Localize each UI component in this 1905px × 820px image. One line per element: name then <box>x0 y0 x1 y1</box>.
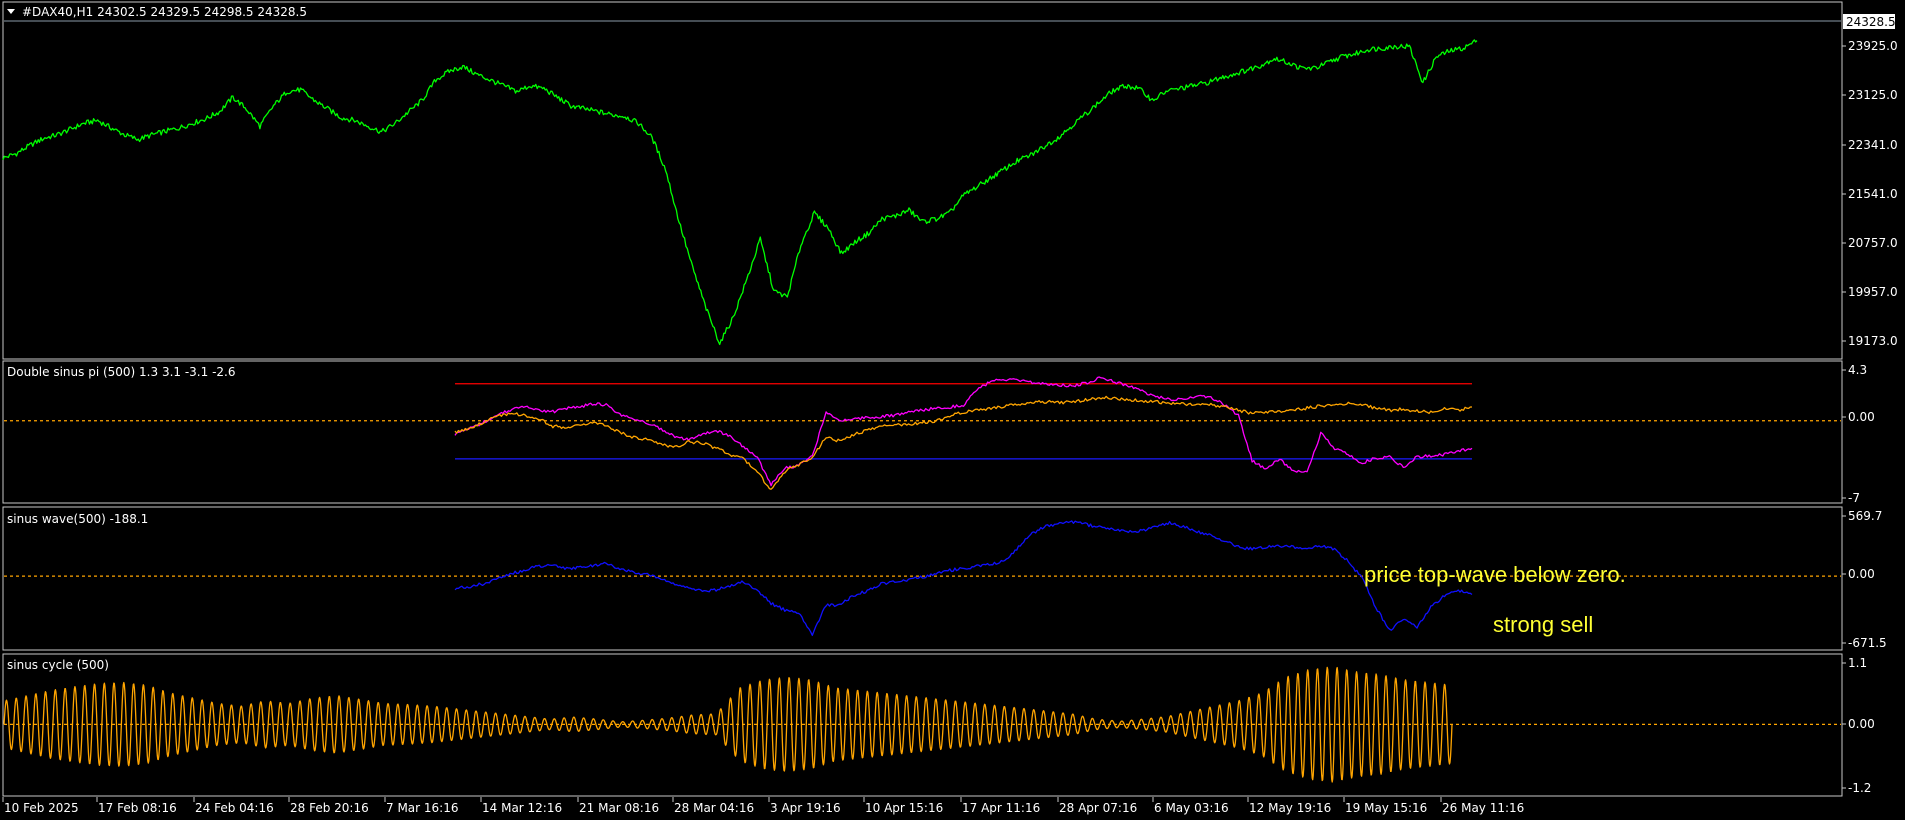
x-tick-label: 17 Feb 08:16 <box>98 801 177 815</box>
price-panel: #DAX40,H1 24302.5 24329.5 24298.5 24328.… <box>2 1 1898 360</box>
double-sinus-panel-frame <box>2 360 1843 504</box>
y-tick-label: 569.7 <box>1848 509 1882 523</box>
series-line-0-0 <box>2 39 1478 346</box>
y-tick-label: -7 <box>1848 491 1860 505</box>
x-tick-label: 10 Feb 2025 <box>4 801 79 815</box>
x-tick-label: 28 Feb 20:16 <box>290 801 369 815</box>
y-tick-label: 0.00 <box>1848 410 1875 424</box>
y-tick-label: 19173.0 <box>1848 334 1898 348</box>
x-tick-label: 12 May 19:16 <box>1249 801 1331 815</box>
x-tick-label: 3 Apr 19:16 <box>770 801 841 815</box>
y-tick-label: 20757.0 <box>1848 236 1898 250</box>
x-tick-label: 14 Mar 12:16 <box>482 801 562 815</box>
current-price-marker: 24328.5 <box>1843 14 1896 29</box>
y-tick-label: 1.1 <box>1848 656 1867 670</box>
double-sinus-title: Double sinus pi (500) 1.3 3.1 -3.1 -2.6 <box>7 365 236 379</box>
y-tick-label: 19957.0 <box>1848 285 1898 299</box>
sinus-wave-axis-ticks: 569.7 0.00 -671.5 <box>1842 509 1887 650</box>
x-tick-label: 7 Mar 16:16 <box>386 801 459 815</box>
x-tick-label: 24 Feb 04:16 <box>195 801 274 815</box>
sinus-wave-panel: sinus wave(500) -188.1 569.7 0.00 -671.5 p… <box>2 506 1887 651</box>
y-tick-label: 4.3 <box>1848 363 1867 377</box>
trading-chart: #DAX40,H1 24302.5 24329.5 24298.5 24328.… <box>2 1 1898 815</box>
price-axis-ticks: 23925.0 23125.0 22341.0 21541.0 20757.0 19957… <box>1842 39 1898 348</box>
x-tick-label: 10 Apr 15:16 <box>865 801 943 815</box>
price-series <box>2 20 1841 346</box>
double-sinus-series <box>454 376 1473 490</box>
chart-root: #DAX40,H1 24302.5 24329.5 24298.5 24328.… <box>0 0 1905 820</box>
sinus-wave-title: sinus wave(500) -188.1 <box>7 512 148 526</box>
y-tick-label: 0.00 <box>1848 567 1875 581</box>
sinus-cycle-axis-ticks: 1.1 0.00 -1.2 <box>1842 656 1875 795</box>
series-line-2-0 <box>454 520 1473 637</box>
sinus-wave-series <box>454 520 1473 637</box>
series-line-1-0 <box>454 376 1473 487</box>
price-panel-frame <box>2 1 1843 360</box>
x-tick-label: 21 Mar 08:16 <box>579 801 659 815</box>
annotation-strong-sell: strong sell <box>1493 612 1593 637</box>
y-tick-label: -1.2 <box>1848 781 1871 795</box>
price-panel-title: #DAX40,H1 24302.5 24329.5 24298.5 24328.… <box>22 5 307 19</box>
y-tick-label: -671.5 <box>1848 636 1887 650</box>
y-tick-label: 23125.0 <box>1848 88 1898 102</box>
x-tick-label: 28 Apr 07:16 <box>1059 801 1137 815</box>
sinus-cycle-title: sinus cycle (500) <box>7 658 109 672</box>
double-sinus-reference-lines <box>4 383 1841 460</box>
y-tick-label: 0.00 <box>1848 717 1875 731</box>
x-tick-label: 17 Apr 11:16 <box>962 801 1040 815</box>
x-tick-label: 6 May 03:16 <box>1154 801 1229 815</box>
x-tick-label: 26 May 11:16 <box>1442 801 1524 815</box>
sinus-cycle-panel-frame <box>2 653 1843 797</box>
collapse-arrow-icon[interactable] <box>7 9 15 14</box>
sinus-cycle-panel: sinus cycle (500) 1.1 0.00 -1.2 <box>2 653 1875 797</box>
time-axis: 10 Feb 2025 17 Feb 08:16 24 Feb 04:16 28 Fe… <box>2 797 1524 815</box>
double-sinus-panel: Double sinus pi (500) 1.3 3.1 -3.1 -2.6 … <box>2 360 1875 505</box>
current-price-label: 24328.5 <box>1846 15 1896 29</box>
y-tick-label: 23925.0 <box>1848 39 1898 53</box>
x-tick-label: 28 Mar 04:16 <box>674 801 754 815</box>
x-tick-label: 19 May 15:16 <box>1345 801 1427 815</box>
annotation-price-top-wave: price top-wave below zero. <box>1364 562 1626 587</box>
double-sinus-axis-ticks: 4.3 0.00 -7 <box>1842 363 1875 505</box>
y-tick-label: 22341.0 <box>1848 138 1898 152</box>
series-line-1-1 <box>454 395 1472 490</box>
y-tick-label: 21541.0 <box>1848 187 1898 201</box>
